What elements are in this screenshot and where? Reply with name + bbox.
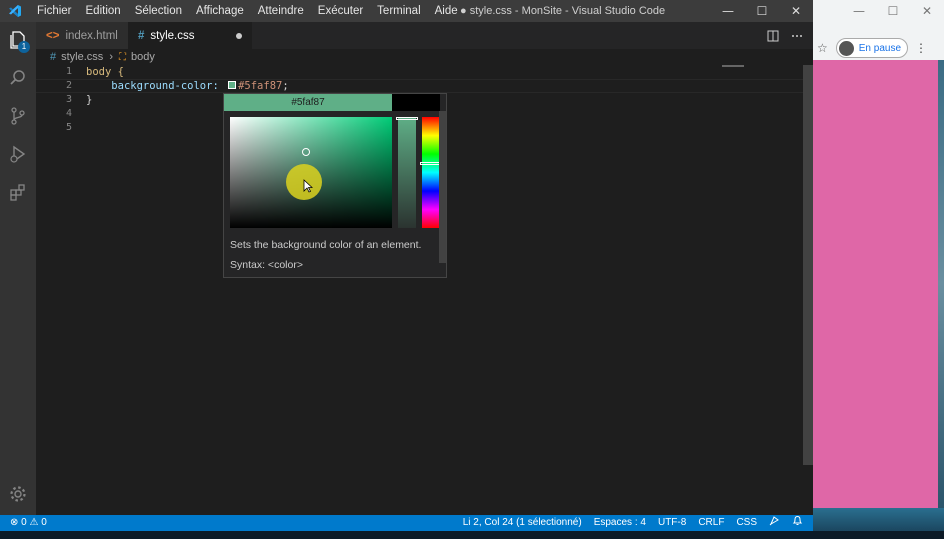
saturation-selector[interactable] [302, 148, 310, 156]
property-description: Sets the background color of an element. [230, 239, 422, 251]
code-selector: body { [86, 66, 124, 78]
explorer-badge: 1 [18, 41, 30, 53]
explorer-icon[interactable]: 1 [0, 22, 36, 58]
chevron-right-icon: › [109, 51, 113, 63]
mouse-cursor-icon [303, 179, 313, 193]
code-semicolon: ; [282, 80, 289, 92]
window-title: ● style.css - MonSite - Visual Studio Co… [460, 5, 666, 17]
line-number: 2 [65, 80, 72, 91]
browser-window: — ☐ ✕ ☆ En pause ⋮ [813, 0, 944, 508]
vscode-window: Fichier Edition Sélection Affichage Atte… [0, 0, 813, 539]
line-number: 3 [65, 94, 72, 105]
close-button[interactable]: ✕ [779, 0, 813, 22]
original-color-preview[interactable] [392, 94, 440, 111]
code-line: body { [86, 65, 289, 79]
run-debug-icon[interactable] [0, 136, 36, 172]
web-page-content[interactable] [813, 60, 944, 508]
problems-indicator[interactable]: ⊗ 0 ⚠ 0 [10, 515, 47, 531]
saturation-box[interactable] [230, 117, 392, 228]
editor-scrollbar[interactable] [803, 65, 813, 465]
menu-terminal[interactable]: Terminal [370, 0, 427, 22]
notifications-bell-icon[interactable] [792, 515, 803, 526]
tab-style-css[interactable]: # style.css [128, 22, 252, 49]
browser-maximize-button[interactable]: ☐ [876, 4, 910, 18]
language-mode[interactable]: CSS [736, 515, 757, 531]
css-file-icon: # [50, 51, 57, 63]
color-swatch[interactable] [228, 81, 237, 89]
code-line: background-color: #5faf87; [86, 79, 289, 93]
hover-scrollbar[interactable] [439, 111, 446, 263]
menu-bar: Fichier Edition Sélection Affichage Atte… [30, 0, 465, 22]
code-property: background-color: [111, 80, 219, 92]
html-file-icon: <> [46, 29, 60, 42]
maximize-button[interactable]: ☐ [745, 0, 779, 22]
opacity-slider-handle[interactable] [396, 117, 418, 120]
line-number: 1 [65, 66, 72, 77]
editor-actions [767, 22, 803, 49]
profile-paused-button[interactable]: En pause [835, 38, 909, 58]
tab-index-html[interactable]: <> index.html [36, 22, 128, 49]
encoding[interactable]: UTF-8 [658, 515, 686, 531]
browser-minimize-button[interactable]: — [842, 4, 876, 18]
status-bar: ⊗ 0 ⚠ 0 Li 2, Col 24 (1 sélectionné) Esp… [0, 515, 813, 531]
search-icon[interactable] [0, 60, 36, 96]
symbol-class-icon: ⛶ [118, 51, 126, 63]
bookmark-star-icon[interactable]: ☆ [817, 41, 828, 55]
picked-color-preview[interactable]: #5faf87 [224, 94, 392, 111]
activity-bar: 1 [0, 22, 36, 515]
color-picker-popup: #5faf87 Sets the background color of an … [223, 93, 447, 278]
settings-gear-icon[interactable] [0, 476, 36, 512]
browser-chrome: — ☐ ✕ ☆ En pause ⋮ [813, 0, 944, 60]
split-editor-icon[interactable] [767, 30, 779, 42]
tab-label: style.css [150, 29, 195, 42]
breadcrumb-symbol[interactable]: body [131, 51, 155, 63]
title-bar: Fichier Edition Sélection Affichage Atte… [0, 0, 813, 22]
taskbar-edge [0, 531, 944, 539]
indentation[interactable]: Espaces : 4 [594, 515, 646, 531]
vscode-logo-icon [0, 0, 30, 22]
source-control-icon[interactable] [0, 98, 36, 134]
unsaved-dot-icon[interactable] [236, 33, 242, 39]
more-actions-icon[interactable] [791, 30, 803, 42]
menu-executer[interactable]: Exécuter [311, 0, 370, 22]
window-controls: — ☐ ✕ [711, 0, 813, 22]
cursor-position[interactable]: Li 2, Col 24 (1 sélectionné) [463, 515, 582, 531]
css-file-icon: # [138, 29, 145, 42]
end-of-line[interactable]: CRLF [698, 515, 724, 531]
property-syntax: Syntax: <color> [230, 259, 303, 271]
breadcrumb: # style.css › ⛶ body [36, 49, 813, 65]
menu-affichage[interactable]: Affichage [189, 0, 251, 22]
status-items: Li 2, Col 24 (1 sélectionné) Espaces : 4… [463, 515, 803, 531]
menu-selection[interactable]: Sélection [128, 0, 189, 22]
code-value: #5faf87 [238, 80, 283, 92]
hue-strip[interactable] [420, 117, 442, 228]
profile-paused-label: En pause [858, 42, 902, 54]
extensions-icon[interactable] [0, 174, 36, 210]
browser-menu-icon[interactable]: ⋮ [915, 41, 927, 55]
desktop-background [938, 60, 944, 508]
menu-atteindre[interactable]: Atteindre [251, 0, 311, 22]
line-numbers: 1 2 3 4 5 [36, 65, 72, 135]
browser-window-controls: — ☐ ✕ [813, 4, 944, 18]
line-number: 5 [65, 122, 72, 133]
browser-toolbar: ☆ En pause ⋮ [813, 36, 944, 60]
minimap[interactable] [722, 65, 744, 67]
browser-close-button[interactable]: ✕ [910, 4, 944, 18]
tab-label: index.html [65, 29, 118, 42]
feedback-icon[interactable] [769, 515, 780, 526]
avatar [838, 40, 854, 56]
minimize-button[interactable]: — [711, 0, 745, 22]
editor-tabs: <> index.html # style.css [36, 22, 813, 49]
code-brace: } [86, 94, 93, 106]
menu-fichier[interactable]: Fichier [30, 0, 79, 22]
breadcrumb-file[interactable]: style.css [61, 51, 103, 63]
menu-edition[interactable]: Edition [79, 0, 128, 22]
line-number: 4 [65, 108, 72, 119]
opacity-strip[interactable] [396, 117, 418, 228]
